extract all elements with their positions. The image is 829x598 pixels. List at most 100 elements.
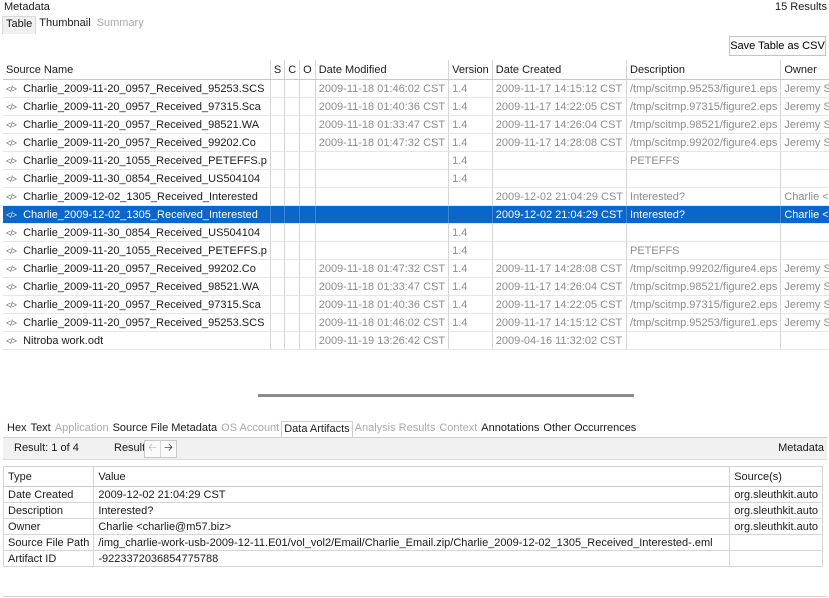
artifact-column-value[interactable]: Value: [93, 466, 731, 487]
table-cell: 2009-11-17 14:15:12 CST: [492, 79, 628, 98]
table-row[interactable]: </> Charlie_2009-11-20_0957_Received_985…: [3, 115, 829, 134]
source-name-label: Charlie_2009-12-02_1305_Received_Interes…: [23, 190, 258, 203]
table-row[interactable]: </> Charlie_2009-11-20_0957_Received_973…: [3, 97, 829, 116]
column-header-version[interactable]: Version: [448, 60, 493, 80]
source-name-label: Charlie_2009-11-20_0957_Received_95253.S…: [23, 316, 265, 329]
table-cell: [270, 151, 286, 170]
table-cell: [284, 151, 301, 170]
artifact-row[interactable]: Artifact ID -9223372036854775788: [2, 550, 823, 567]
arrow-left-icon[interactable]: 🡠: [145, 441, 160, 457]
table-cell: Jeremy Str: [780, 133, 829, 152]
tab-other-occurrences[interactable]: Other Occurrences: [541, 421, 638, 438]
result-counter: Result: 1 of 4: [14, 442, 79, 454]
source-name-label: Charlie_2009-11-30_0854_Received_US50410…: [23, 226, 261, 239]
table-cell: 1.4: [448, 295, 493, 314]
column-header-c[interactable]: C: [284, 60, 301, 80]
tab-table[interactable]: Table: [2, 16, 37, 34]
result-label: Result: [114, 442, 146, 454]
table-cell: [284, 133, 301, 152]
artifact-value-cell: /img_charlie-work-usb-2009-12-11.E01/vol…: [93, 534, 731, 551]
table-row[interactable]: </> Charlie_2009-11-20_0957_Received_992…: [3, 133, 829, 152]
file-code-icon: </>: [6, 227, 17, 238]
table-cell: /tmp/scitmp.98521/figure2.eps: [626, 115, 782, 134]
artifact-row[interactable]: Description Interested? org.sleuthkit.auto: [2, 502, 823, 519]
table-row[interactable]: </> Charlie_2009-11-20_0957_Received_973…: [3, 295, 829, 314]
column-header-date-modified[interactable]: Date Modified: [315, 60, 450, 80]
table-cell: [284, 241, 301, 260]
column-header-date-created[interactable]: Date Created: [492, 60, 628, 80]
splitter-handle[interactable]: [258, 394, 634, 397]
source-name-cell: </> Charlie_2009-11-20_1055_Received_PET…: [3, 241, 271, 260]
table-cell: [299, 223, 316, 242]
table-row[interactable]: </> Charlie_2009-11-20_0957_Received_985…: [3, 277, 829, 296]
source-name-cell: </> Charlie_2009-12-02_1305_Received_Int…: [3, 187, 271, 206]
table-cell: 1.4: [448, 133, 493, 152]
table-row[interactable]: </> Charlie_2009-11-20_1055_Received_PET…: [3, 151, 829, 170]
tab-thumbnail[interactable]: Thumbnail: [36, 16, 93, 34]
table-cell: [780, 223, 829, 242]
table-row[interactable]: </> Charlie_2009-12-02_1305_Received_Int…: [3, 205, 829, 224]
artifact-column-source-s-[interactable]: Source(s): [729, 466, 823, 487]
column-header-s[interactable]: S: [270, 60, 286, 80]
table-cell: [492, 223, 628, 242]
table-cell: 2009-11-18 01:47:32 CST: [315, 133, 450, 152]
table-row[interactable]: </> Charlie_2009-11-30_0854_Received_US5…: [3, 223, 829, 242]
table-cell: Jeremy Str: [780, 79, 829, 98]
column-header-owner[interactable]: Owner: [780, 60, 829, 80]
table-cell: 2009-11-18 01:46:02 CST: [315, 313, 450, 332]
table-row[interactable]: </> Charlie_2009-11-20_0957_Received_952…: [3, 313, 829, 332]
table-row[interactable]: </> Charlie_2009-12-02_1305_Received_Int…: [3, 187, 829, 206]
panel-border: [3, 596, 827, 597]
tab-text[interactable]: Text: [29, 421, 53, 438]
table-cell: Charlie <c: [780, 205, 829, 224]
table-cell: Charlie <c: [780, 187, 829, 206]
table-row[interactable]: </> Charlie_2009-11-20_0957_Received_992…: [3, 259, 829, 278]
table-cell: [492, 169, 628, 188]
table-cell: [299, 151, 316, 170]
table-row[interactable]: </> Nitroba work.odt 2009-11-19 13:26:42 …: [3, 331, 829, 350]
table-cell: Jeremy Str: [780, 313, 829, 332]
table-cell: 1.4: [448, 97, 493, 116]
tab-analysis-results: Analysis Results: [354, 422, 436, 434]
tab-source-file-metadata[interactable]: Source File Metadata: [111, 421, 220, 438]
table-row[interactable]: </> Charlie_2009-11-20_1055_Received_PET…: [3, 241, 829, 260]
source-name-label: Charlie_2009-11-20_0957_Received_95253.S…: [23, 82, 265, 95]
table-cell: 2009-11-18 01:33:47 CST: [315, 277, 450, 296]
table-cell: [270, 97, 286, 116]
file-code-icon: </>: [6, 101, 17, 112]
tab-annotations[interactable]: Annotations: [479, 421, 541, 438]
artifact-row[interactable]: Owner Charlie <charlie@m57.biz> org.sleuth…: [2, 518, 823, 535]
table-cell: [270, 277, 286, 296]
source-name-cell: </> Charlie_2009-12-02_1305_Received_Int…: [3, 205, 271, 224]
table-cell: 2009-11-17 14:28:08 CST: [492, 133, 628, 152]
source-name-cell: </> Charlie_2009-11-20_0957_Received_973…: [3, 295, 271, 314]
table-cell: [626, 223, 782, 242]
artifact-source-cell: [729, 550, 823, 567]
table-cell: [448, 187, 493, 206]
column-header-description[interactable]: Description: [626, 60, 782, 80]
artifact-row[interactable]: Date Created 2009-12-02 21:04:29 CST org.s…: [2, 486, 823, 503]
source-name-cell: </> Charlie_2009-11-20_0957_Received_952…: [3, 313, 271, 332]
column-header-o[interactable]: O: [299, 60, 316, 80]
table-cell: 2009-11-17 14:26:04 CST: [492, 277, 628, 296]
table-cell: Interested?: [626, 205, 782, 224]
artifact-source-cell: org.sleuthkit.auto: [729, 518, 823, 535]
table-cell: 2009-11-17 14:22:05 CST: [492, 97, 628, 116]
table-row[interactable]: </> Charlie_2009-11-30_0854_Received_US5…: [3, 169, 829, 188]
table-cell: [270, 169, 286, 188]
table-cell: [299, 313, 316, 332]
artifact-row[interactable]: Source File Path/img_charlie-work-usb-20…: [2, 534, 823, 551]
source-name-label: Nitroba work.odt: [23, 334, 104, 347]
arrow-right-icon[interactable]: 🡢: [160, 441, 176, 457]
tab-data-artifacts[interactable]: Data Artifacts: [281, 421, 353, 438]
table-cell: 2009-04-16 11:32:02 CST: [492, 331, 628, 350]
source-name-cell: </> Charlie_2009-11-20_0957_Received_985…: [3, 115, 271, 134]
artifact-column-type[interactable]: Type: [2, 466, 95, 487]
table-cell: /tmp/scitmp.97315/figure2.eps: [626, 97, 782, 116]
save-table-csv-button[interactable]: Save Table as CSV: [729, 36, 826, 56]
source-name-label: Charlie_2009-11-20_0957_Received_99202.C…: [23, 262, 256, 275]
result-nav-buttons: 🡠 🡢: [144, 440, 177, 458]
table-row[interactable]: </> Charlie_2009-11-20_0957_Received_952…: [3, 79, 829, 98]
column-header-source-name[interactable]: Source Name: [3, 60, 271, 80]
tab-hex[interactable]: Hex: [5, 421, 29, 438]
